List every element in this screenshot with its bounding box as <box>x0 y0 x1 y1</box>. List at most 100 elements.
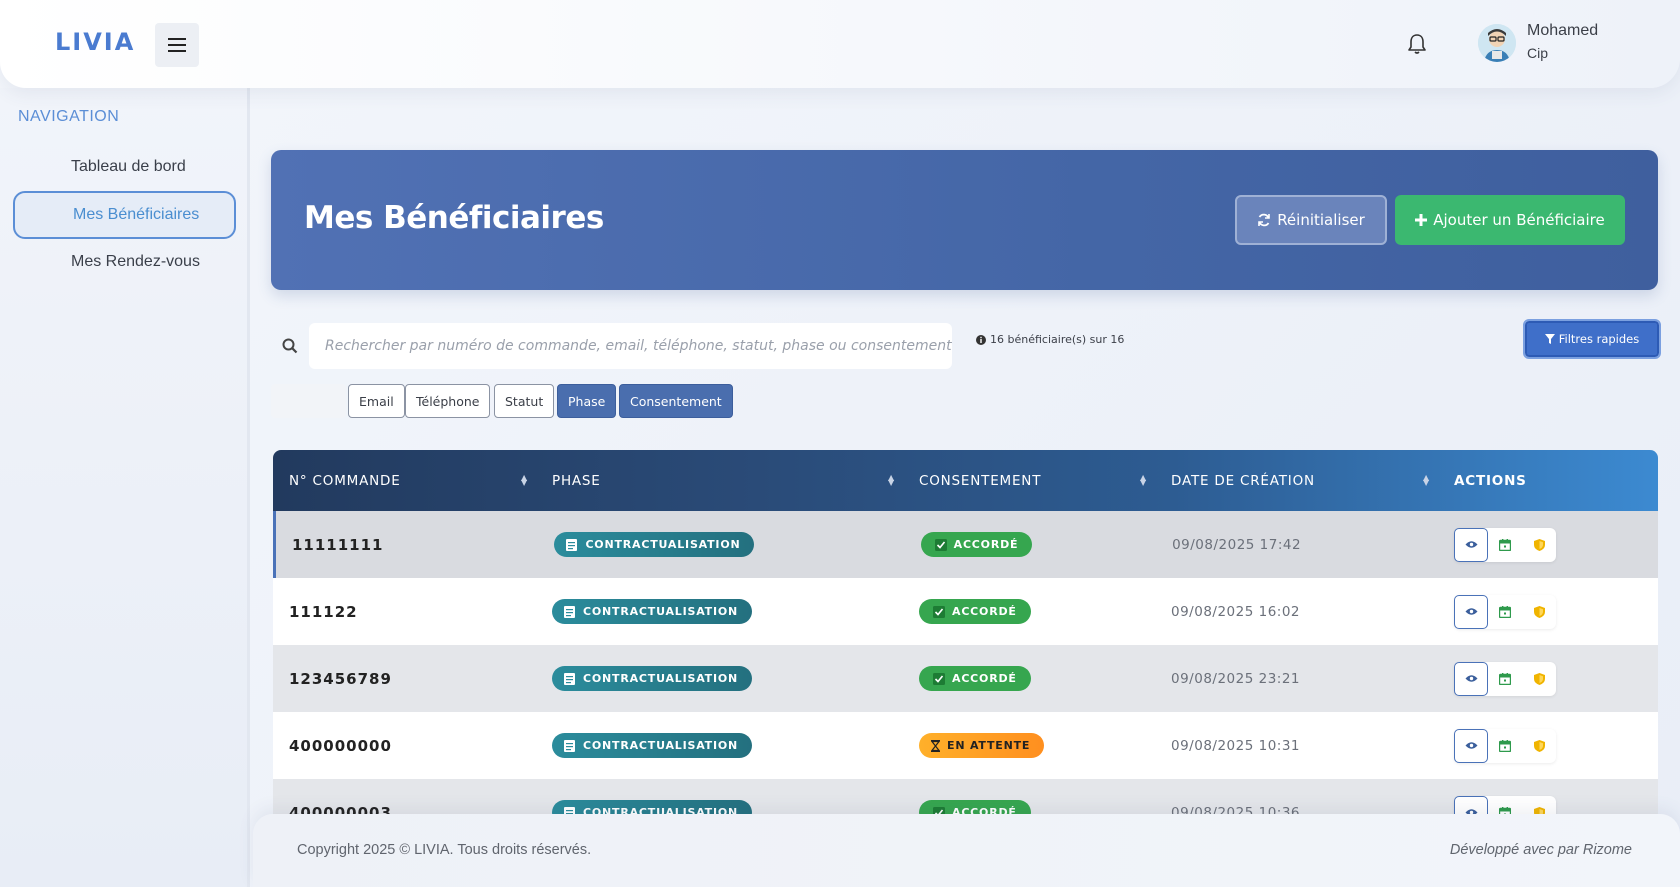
view-button[interactable] <box>1454 527 1489 562</box>
view-button[interactable] <box>1454 594 1488 629</box>
table-row[interactable]: 123456789 CONTRACTUALISATION ACCORDÉ 09/… <box>273 645 1658 712</box>
row-actions <box>1454 594 1556 629</box>
schedule-button[interactable] <box>1488 528 1522 562</box>
row-actions <box>1454 661 1556 696</box>
column-header-consent[interactable]: CONSENTEMENT ▲ ▼ <box>903 450 1155 511</box>
consent-button[interactable] <box>1522 729 1556 763</box>
creation-date: 09/08/2025 16:02 <box>1171 603 1301 620</box>
table-row[interactable]: 11111111 CONTRACTUALISATION ACCORDÉ 09/0… <box>273 511 1658 578</box>
avatar-image <box>1478 24 1516 62</box>
notifications-button[interactable] <box>1404 30 1430 58</box>
user-name: Mohamed <box>1527 22 1599 39</box>
consent-badge: ACCORDÉ <box>919 666 1031 691</box>
check-icon <box>933 672 945 685</box>
creation-date: 09/08/2025 23:21 <box>1171 670 1301 687</box>
beneficiaries-table: N° COMMANDE ▲ ▼ PHASE ▲ ▼ CONSENTEMENT ▲ ▼ … <box>273 450 1658 846</box>
reset-label: Réinitialiser <box>1277 211 1365 229</box>
sidebar-item-beneficiaries[interactable]: Mes Bénéficiaires <box>13 191 236 239</box>
check-icon <box>934 538 947 551</box>
result-count: 16 bénéficiaire(s) sur 16 <box>976 333 1124 346</box>
check-icon <box>933 605 945 618</box>
filter-chip-status[interactable]: Statut <box>494 384 555 418</box>
developer-credit[interactable]: Développé avec par Rizome <box>1450 842 1632 858</box>
sidebar-item-appointments[interactable]: Mes Rendez-vous <box>13 238 236 286</box>
view-button[interactable] <box>1454 661 1488 696</box>
shield-icon <box>1533 538 1545 551</box>
document-icon <box>564 672 575 685</box>
nav-title: NAVIGATION <box>18 108 120 125</box>
consent-button[interactable] <box>1522 528 1556 562</box>
phase-badge: CONTRACTUALISATION <box>552 733 753 758</box>
plus-icon <box>1415 214 1428 226</box>
footer: Copyright 2025 © LIVIA. Tous droits rése… <box>253 814 1680 887</box>
shield-icon <box>1533 739 1545 752</box>
search-input[interactable] <box>309 323 952 369</box>
creation-date: 09/08/2025 17:42 <box>1172 536 1302 553</box>
reset-button[interactable]: Réinitialiser <box>1235 195 1387 245</box>
calendar-icon <box>1499 672 1511 685</box>
consent-badge: EN ATTENTE <box>919 733 1045 758</box>
page-header-banner: Mes Bénéficiaires Réinitialiser Ajouter … <box>271 150 1658 290</box>
add-beneficiary-button[interactable]: Ajouter un Bénéficiaire <box>1395 195 1625 245</box>
schedule-button[interactable] <box>1488 662 1522 696</box>
info-icon <box>976 334 986 345</box>
creation-date: 09/08/2025 10:31 <box>1171 737 1301 754</box>
order-number: 111122 <box>289 602 358 621</box>
filter-chip-email[interactable]: Email <box>348 384 405 418</box>
consent-button[interactable] <box>1522 662 1556 696</box>
table-header: N° COMMANDE ▲ ▼ PHASE ▲ ▼ CONSENTEMENT ▲ ▼ … <box>273 450 1658 511</box>
shield-icon <box>1533 672 1545 685</box>
order-number: 400000000 <box>289 736 392 755</box>
phase-badge: CONTRACTUALISATION <box>552 599 753 624</box>
sort-icon[interactable]: ▲ ▼ <box>888 474 895 487</box>
schedule-button[interactable] <box>1488 595 1522 629</box>
hourglass-icon <box>931 739 940 752</box>
sort-icon[interactable]: ▲ ▼ <box>521 474 528 487</box>
consent-badge: ACCORDÉ <box>920 532 1033 557</box>
eye-icon <box>1465 742 1477 749</box>
sort-icon[interactable]: ▲ ▼ <box>1423 474 1430 487</box>
top-bar: LIVIA Mohamed Cip <box>0 0 1680 88</box>
consent-badge: ACCORDÉ <box>919 599 1031 624</box>
eye-icon <box>1465 608 1477 615</box>
page-title: Mes Bénéficiaires <box>304 200 604 236</box>
bell-icon <box>1408 34 1426 54</box>
sort-icon[interactable]: ▲ ▼ <box>1140 474 1147 487</box>
filter-chip-phase[interactable]: Phase <box>557 384 617 418</box>
view-button[interactable] <box>1454 728 1488 763</box>
sidebar-item-dashboard[interactable]: Tableau de bord <box>13 143 236 191</box>
menu-toggle-button[interactable] <box>155 23 199 67</box>
filter-chip-consent[interactable]: Consentement <box>619 384 733 418</box>
quick-filters-button[interactable]: Filtres rapides <box>1523 319 1661 359</box>
search-icon-box <box>271 323 309 369</box>
document-icon <box>566 538 578 551</box>
shield-icon <box>1533 605 1545 618</box>
copyright-text: Copyright 2025 © LIVIA. Tous droits rése… <box>297 842 592 858</box>
brand-logo[interactable]: LIVIA <box>55 28 135 56</box>
column-header-actions: ACTIONS <box>1454 472 1527 489</box>
menu-icon <box>168 38 186 52</box>
column-header-date[interactable]: DATE DE CRÉATION ▲ ▼ <box>1155 450 1438 511</box>
order-number: 123456789 <box>289 669 392 688</box>
consent-button[interactable] <box>1522 595 1556 629</box>
order-number: 11111111 <box>292 535 384 554</box>
table-row[interactable]: 111122 CONTRACTUALISATION ACCORDÉ 09/08/… <box>273 578 1658 645</box>
filter-icon <box>1544 334 1555 344</box>
schedule-button[interactable] <box>1488 729 1522 763</box>
eye-icon <box>1465 541 1478 548</box>
phase-badge: CONTRACTUALISATION <box>554 532 755 557</box>
eye-icon <box>1465 675 1477 682</box>
document-icon <box>564 739 575 752</box>
document-icon <box>564 605 575 618</box>
avatar[interactable] <box>1478 24 1516 62</box>
row-actions <box>1454 527 1557 562</box>
filter-chip-phone[interactable]: Téléphone <box>405 384 491 418</box>
quick-filters-label: Filtres rapides <box>1558 332 1640 346</box>
filter-chip-address[interactable]: Adresse <box>271 384 346 418</box>
table-row[interactable]: 400000000 CONTRACTUALISATION EN ATTENTE … <box>273 712 1658 779</box>
phase-badge: CONTRACTUALISATION <box>552 666 753 691</box>
calendar-icon <box>1499 739 1511 752</box>
column-header-phase[interactable]: PHASE ▲ ▼ <box>536 450 903 511</box>
refresh-icon <box>1258 213 1270 227</box>
column-header-order[interactable]: N° COMMANDE ▲ ▼ <box>273 450 536 511</box>
